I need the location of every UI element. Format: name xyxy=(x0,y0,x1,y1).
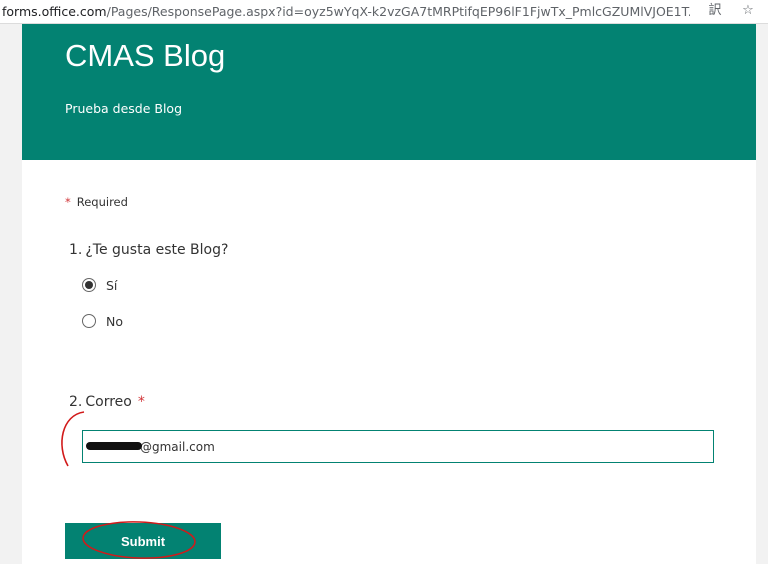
form-title: CMAS Blog xyxy=(65,38,226,73)
submit-button[interactable]: Submit xyxy=(65,523,221,559)
address-bar[interactable]: forms.office.com/Pages/ResponsePage.aspx… xyxy=(0,0,768,24)
required-label: Required xyxy=(76,195,128,209)
radio-no[interactable] xyxy=(82,314,96,328)
question-2-required-star: * xyxy=(137,394,145,410)
question-2-number: 2. xyxy=(69,394,83,410)
form-subtitle: Prueba desde Blog xyxy=(65,101,183,116)
radio-si[interactable] xyxy=(82,278,96,292)
form-page: CMAS Blog Prueba desde Blog * Required 1.… xyxy=(22,24,756,564)
star-icon[interactable]: ☆ xyxy=(739,2,757,20)
form-header: CMAS Blog Prueba desde Blog xyxy=(22,24,756,160)
required-note: * Required xyxy=(65,194,128,210)
email-field[interactable] xyxy=(82,430,714,463)
url-path: /Pages/ResponsePage.aspx?id=oyz5wYqX-k2v… xyxy=(106,4,690,19)
option-no[interactable]: No xyxy=(82,313,202,331)
question-2-text: Correo xyxy=(85,394,132,410)
redaction-mark xyxy=(86,442,142,450)
url-text[interactable]: forms.office.com/Pages/ResponsePage.aspx… xyxy=(2,3,690,20)
option-si[interactable]: Sí xyxy=(82,277,202,295)
translate-icon[interactable]: 訳 xyxy=(706,2,724,20)
question-2-title: 2. Correo * xyxy=(69,392,145,412)
question-1-number: 1. xyxy=(69,242,83,258)
option-no-label: No xyxy=(106,314,123,329)
question-1-title: 1. ¿Te gusta este Blog? xyxy=(69,240,228,260)
option-si-label: Sí xyxy=(106,278,118,293)
question-1-text: ¿Te gusta este Blog? xyxy=(85,242,229,258)
required-star: * xyxy=(65,195,71,209)
url-host: forms.office.com xyxy=(2,4,107,19)
